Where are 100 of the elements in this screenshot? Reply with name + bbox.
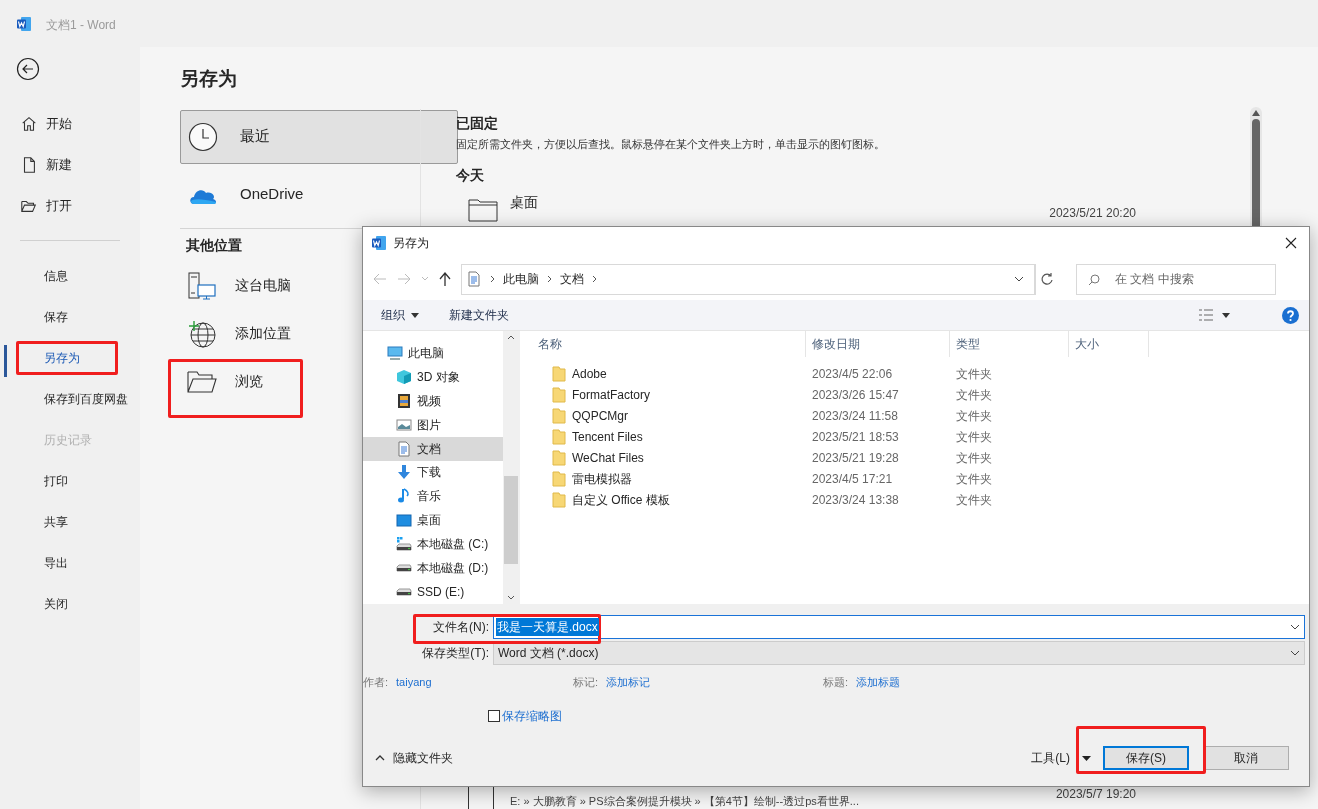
location-item[interactable]: 最近: [180, 109, 458, 164]
folder-icon: [552, 470, 566, 487]
nav-item[interactable]: 桌面: [363, 508, 503, 533]
nav-item[interactable]: 下载: [363, 460, 503, 485]
document-icon: [466, 271, 482, 287]
save-button[interactable]: 保存(S): [1103, 746, 1189, 770]
close-icon[interactable]: [1285, 236, 1297, 249]
table-cell-text: 2023/5/21 18:53: [811, 428, 900, 446]
location-item[interactable]: 这台电脑: [235, 275, 291, 296]
scrollbar[interactable]: [503, 331, 519, 604]
organize-button[interactable]: 组织: [381, 306, 419, 324]
file-name[interactable]: WeChat Files: [572, 448, 644, 467]
table-cell-text: 文件夹: [955, 428, 993, 446]
field-label: 标记:: [573, 674, 599, 690]
column-header[interactable]: 类型: [950, 331, 1069, 357]
sidebar-item[interactable]: 导出: [44, 553, 68, 572]
file-type-dropdown[interactable]: Word 文档 (*.docx): [493, 641, 1305, 665]
sidebar-item[interactable]: 共享: [44, 512, 68, 531]
column-header[interactable]: 名称: [532, 331, 806, 357]
hide-folders-toggle[interactable]: 隐藏文件夹: [375, 749, 453, 767]
column-header[interactable]: 大小: [1069, 331, 1149, 357]
tools-button[interactable]: 工具(L): [1031, 749, 1070, 767]
sidebar-item[interactable]: 保存: [44, 307, 68, 326]
file-name[interactable]: QQPCMgr: [572, 406, 628, 425]
file-name[interactable]: Tencent Files: [572, 427, 643, 446]
folder-icon: [552, 491, 566, 508]
location-item[interactable]: 浏览: [235, 371, 263, 392]
filename-field[interactable]: 我是一天算是.docx: [493, 615, 1305, 639]
table-cell-text: 2023/3/26 15:47: [811, 386, 900, 404]
checkbox-label[interactable]: 保存缩略图: [502, 707, 562, 725]
folder-icon: [552, 365, 566, 382]
column-header[interactable]: 修改日期: [806, 331, 950, 357]
file-name[interactable]: 雷电模拟器: [572, 469, 632, 488]
hint-text: 固定所需文件夹，方便以后查找。鼠标悬停在某个文件夹上方时，单击显示的图钉图标。: [456, 137, 886, 152]
picture-icon: [396, 416, 412, 433]
field-label: 保存类型(T):: [422, 645, 489, 662]
refresh-icon[interactable]: [1040, 272, 1054, 286]
sidebar-item[interactable]: 另存为: [44, 348, 80, 367]
nav-item[interactable]: 本地磁盘 (D:): [363, 556, 503, 581]
address-bar[interactable]: 此电脑 文档: [461, 263, 1036, 295]
chevron-right-icon: [490, 275, 495, 283]
view-options-button[interactable]: [1198, 309, 1230, 321]
sidebar-item[interactable]: 打印: [44, 471, 68, 490]
film-icon: [396, 392, 412, 409]
new-folder-button[interactable]: 新建文件夹: [449, 306, 509, 324]
nav-item[interactable]: 本地磁盘 (C:): [363, 532, 503, 557]
metadata-link[interactable]: 添加标题: [856, 673, 1023, 691]
table-cell-text: 2023/4/5 22:06: [811, 365, 894, 383]
nav-item[interactable]: 音乐: [363, 484, 503, 509]
sidebar-item[interactable]: 关闭: [44, 594, 68, 613]
cancel-button[interactable]: 取消: [1203, 746, 1289, 770]
metadata-link[interactable]: taiyang: [396, 673, 573, 691]
date-text: 2023/5/7 19:20: [1055, 786, 1136, 803]
field-label: 标题:: [823, 674, 849, 690]
nav-item[interactable]: 视频: [363, 388, 503, 413]
music-note-icon: [396, 488, 412, 505]
scroll-thumb[interactable]: [504, 475, 518, 564]
nav-item[interactable]: SSD (E:): [363, 580, 503, 604]
globe-plus-icon: [187, 318, 217, 349]
word-logo-icon: [16, 16, 32, 32]
metadata-link[interactable]: 添加标记: [606, 673, 823, 691]
up-arrow-icon[interactable]: [439, 272, 451, 286]
chevron-right-icon: [547, 275, 552, 283]
file-name[interactable]: 自定义 Office 模板: [572, 490, 670, 509]
caret-icon[interactable]: [1082, 755, 1091, 761]
scroll-down-icon[interactable]: [507, 595, 515, 600]
table-cell-text: 文件夹: [955, 407, 993, 425]
drive-icon: [396, 536, 412, 553]
page-title: 另存为: [180, 67, 238, 91]
sidebar-item[interactable]: 保存到百度网盘: [44, 389, 128, 408]
scroll-up-icon[interactable]: [1252, 110, 1260, 116]
nav-item[interactable]: 图片: [363, 412, 503, 437]
nav-item[interactable]: 文档: [363, 436, 503, 461]
nav-item[interactable]: 此电脑: [363, 341, 503, 365]
download-arrow-icon: [396, 464, 412, 481]
drive-icon: [396, 564, 412, 573]
recent-folder-name[interactable]: 桌面: [510, 191, 538, 213]
caret-icon: [1222, 312, 1230, 318]
checkbox[interactable]: [488, 710, 500, 722]
section-heading: 其他位置: [186, 235, 242, 255]
sidebar-item[interactable]: 打开: [0, 185, 140, 226]
location-item[interactable]: 添加位置: [235, 323, 291, 344]
search-field[interactable]: 在 文档 中搜索: [1076, 263, 1276, 295]
scroll-up-icon[interactable]: [507, 335, 515, 340]
dialog-title: 另存为: [393, 234, 429, 252]
desktop-icon: [396, 512, 412, 529]
table-cell-text: 文件夹: [955, 365, 993, 383]
date-text: 2023/5/21 20:20: [1049, 204, 1136, 222]
dropdown-icon: [1290, 650, 1300, 656]
help-icon[interactable]: [1282, 306, 1299, 324]
folder-icon: [187, 369, 217, 394]
file-name[interactable]: FormatFactory: [572, 385, 650, 404]
caret-icon: [411, 312, 419, 318]
table-cell-text: 文件夹: [955, 470, 993, 488]
sidebar-item[interactable]: 开始: [0, 103, 140, 144]
table-cell-text: 2023/5/21 19:28: [811, 449, 900, 467]
nav-item[interactable]: 3D 对象: [363, 364, 503, 389]
sidebar-item[interactable]: 信息: [44, 266, 68, 285]
file-name[interactable]: Adobe: [572, 364, 607, 383]
sidebar-item[interactable]: 新建: [0, 144, 140, 185]
